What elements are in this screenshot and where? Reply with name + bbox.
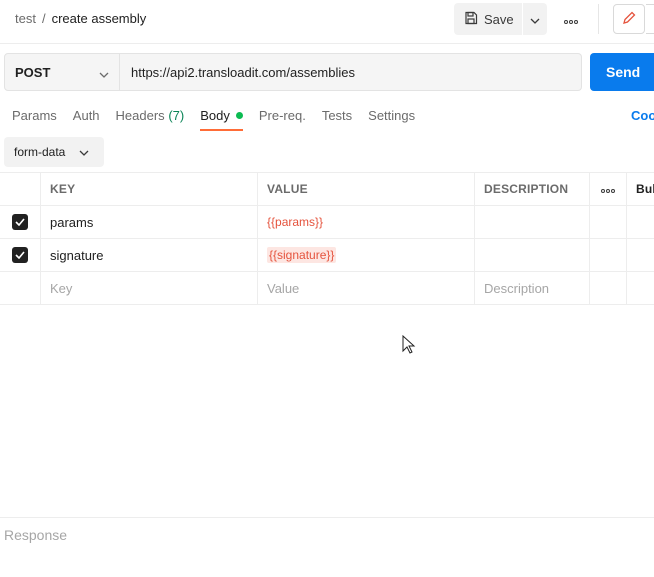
description-cell[interactable]: [475, 239, 590, 271]
description-input[interactable]: Description: [475, 272, 590, 304]
chevron-down-icon: [530, 12, 540, 27]
send-button[interactable]: Send: [590, 53, 654, 91]
breadcrumb: test / create assembly: [15, 11, 146, 27]
ellipsis-icon: [564, 12, 578, 27]
key-cell[interactable]: signature: [41, 239, 258, 271]
description-cell[interactable]: [475, 206, 590, 238]
more-actions-button[interactable]: [558, 3, 584, 35]
response-pane[interactable]: Response: [0, 517, 654, 577]
table-row-new: Key Value Description: [0, 272, 654, 305]
key-cell[interactable]: params: [41, 206, 258, 238]
body-type-label: form-data: [14, 145, 66, 159]
row-enabled-checkbox[interactable]: [0, 239, 41, 271]
row-spacer: [590, 239, 627, 271]
tab-body[interactable]: Body: [200, 107, 243, 131]
chevron-down-icon: [79, 145, 89, 159]
method-select[interactable]: POST: [4, 53, 120, 91]
new-row-checkbox-cell: [0, 272, 41, 304]
request-header: test / create assembly Save: [0, 0, 654, 44]
edit-button[interactable]: [613, 4, 645, 34]
table-row: params {{params}}: [0, 206, 654, 239]
headers-count-badge: (7): [168, 108, 185, 123]
tab-body-label: Body: [200, 108, 230, 123]
key-input[interactable]: Key: [41, 272, 258, 304]
mouse-cursor-icon: [402, 334, 416, 358]
tab-headers-label: Headers: [115, 108, 165, 123]
url-input[interactable]: https://api2.transloadit.com/assemblies: [120, 53, 582, 91]
save-button[interactable]: Save: [454, 3, 522, 35]
breadcrumb-separator: /: [41, 11, 46, 26]
ellipsis-icon: [601, 182, 615, 196]
breadcrumb-collection[interactable]: test: [15, 11, 36, 26]
tab-settings[interactable]: Settings: [368, 107, 415, 131]
variable-token: {{signature}}: [267, 247, 337, 263]
save-button-label: Save: [484, 11, 514, 27]
table-row: signature {{signature}}: [0, 239, 654, 272]
body-status-dot: [235, 112, 243, 119]
method-label: POST: [15, 64, 51, 80]
value-cell[interactable]: {{params}}: [258, 206, 475, 238]
breadcrumb-request-name[interactable]: create assembly: [52, 11, 147, 26]
value-input[interactable]: Value: [258, 272, 475, 304]
save-icon: [464, 11, 478, 28]
table-header-row: KEY VALUE DESCRIPTION Bul: [0, 172, 654, 206]
row-enabled-checkbox[interactable]: [0, 206, 41, 238]
column-header-key: KEY: [41, 173, 258, 205]
checkmark-icon: [12, 214, 28, 230]
cookies-link[interactable]: Coo: [631, 108, 654, 123]
bulk-edit-button[interactable]: Bul: [627, 173, 654, 205]
header-divider: [598, 4, 599, 34]
header-checkbox-cell: [0, 173, 41, 205]
pencil-icon: [622, 11, 636, 28]
column-options-button[interactable]: [590, 173, 627, 205]
tab-auth[interactable]: Auth: [73, 107, 100, 131]
column-header-description: DESCRIPTION: [475, 173, 590, 205]
column-header-value: VALUE: [258, 173, 475, 205]
tab-headers[interactable]: Headers (7): [116, 107, 185, 131]
form-data-table: KEY VALUE DESCRIPTION Bul params {{param…: [0, 172, 654, 305]
tab-prereq[interactable]: Pre-req.: [259, 107, 306, 131]
row-spacer: [590, 272, 627, 304]
save-options-button[interactable]: [523, 3, 547, 35]
value-cell[interactable]: {{signature}}: [258, 239, 475, 271]
variable-token: {{params}}: [267, 215, 324, 229]
checkmark-icon: [12, 247, 28, 263]
response-label: Response: [4, 527, 68, 543]
body-type-select[interactable]: form-data: [4, 137, 104, 167]
chevron-down-icon: [99, 66, 109, 81]
request-tabs: Params Auth Headers (7) Body Pre-req. Te…: [12, 107, 431, 131]
documentation-button[interactable]: [646, 4, 654, 34]
row-spacer: [590, 206, 627, 238]
tab-params[interactable]: Params: [12, 107, 57, 131]
tab-tests[interactable]: Tests: [322, 107, 352, 131]
